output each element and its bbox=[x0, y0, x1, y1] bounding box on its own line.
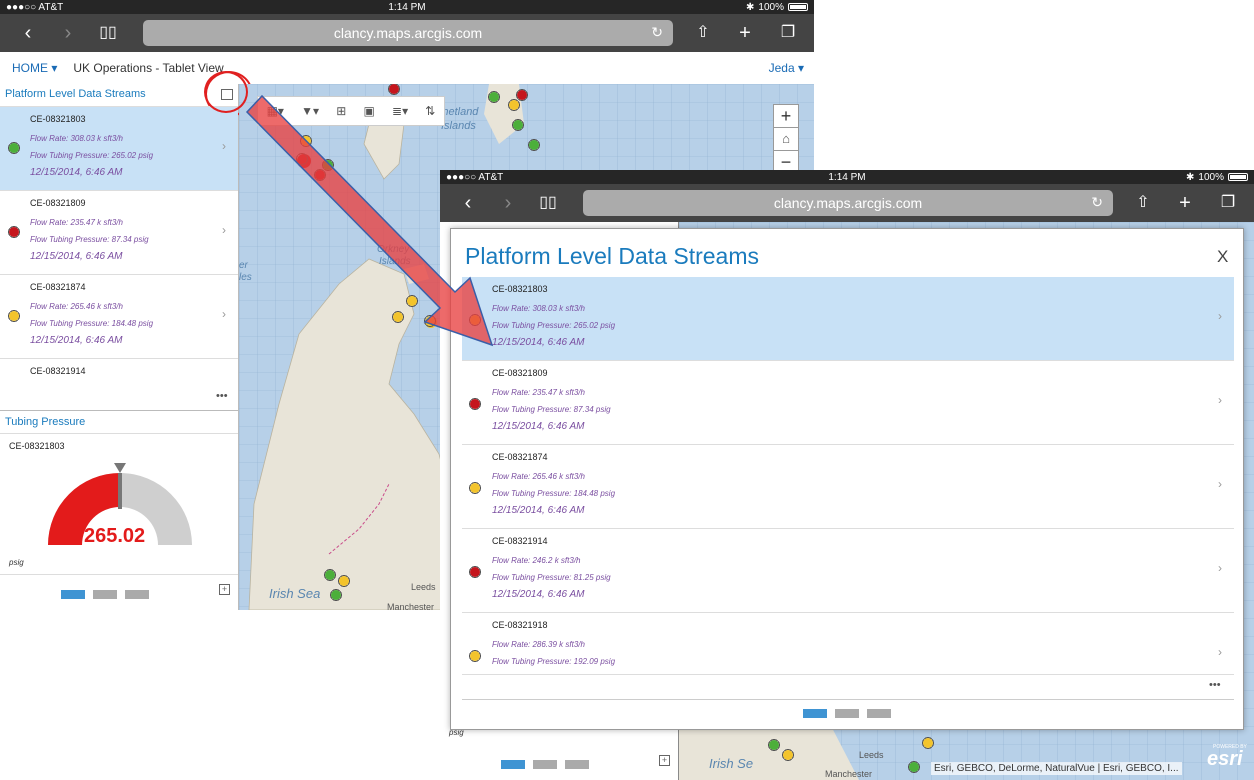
annotation-arrow bbox=[245, 94, 494, 347]
arrow-shape bbox=[245, 94, 494, 347]
